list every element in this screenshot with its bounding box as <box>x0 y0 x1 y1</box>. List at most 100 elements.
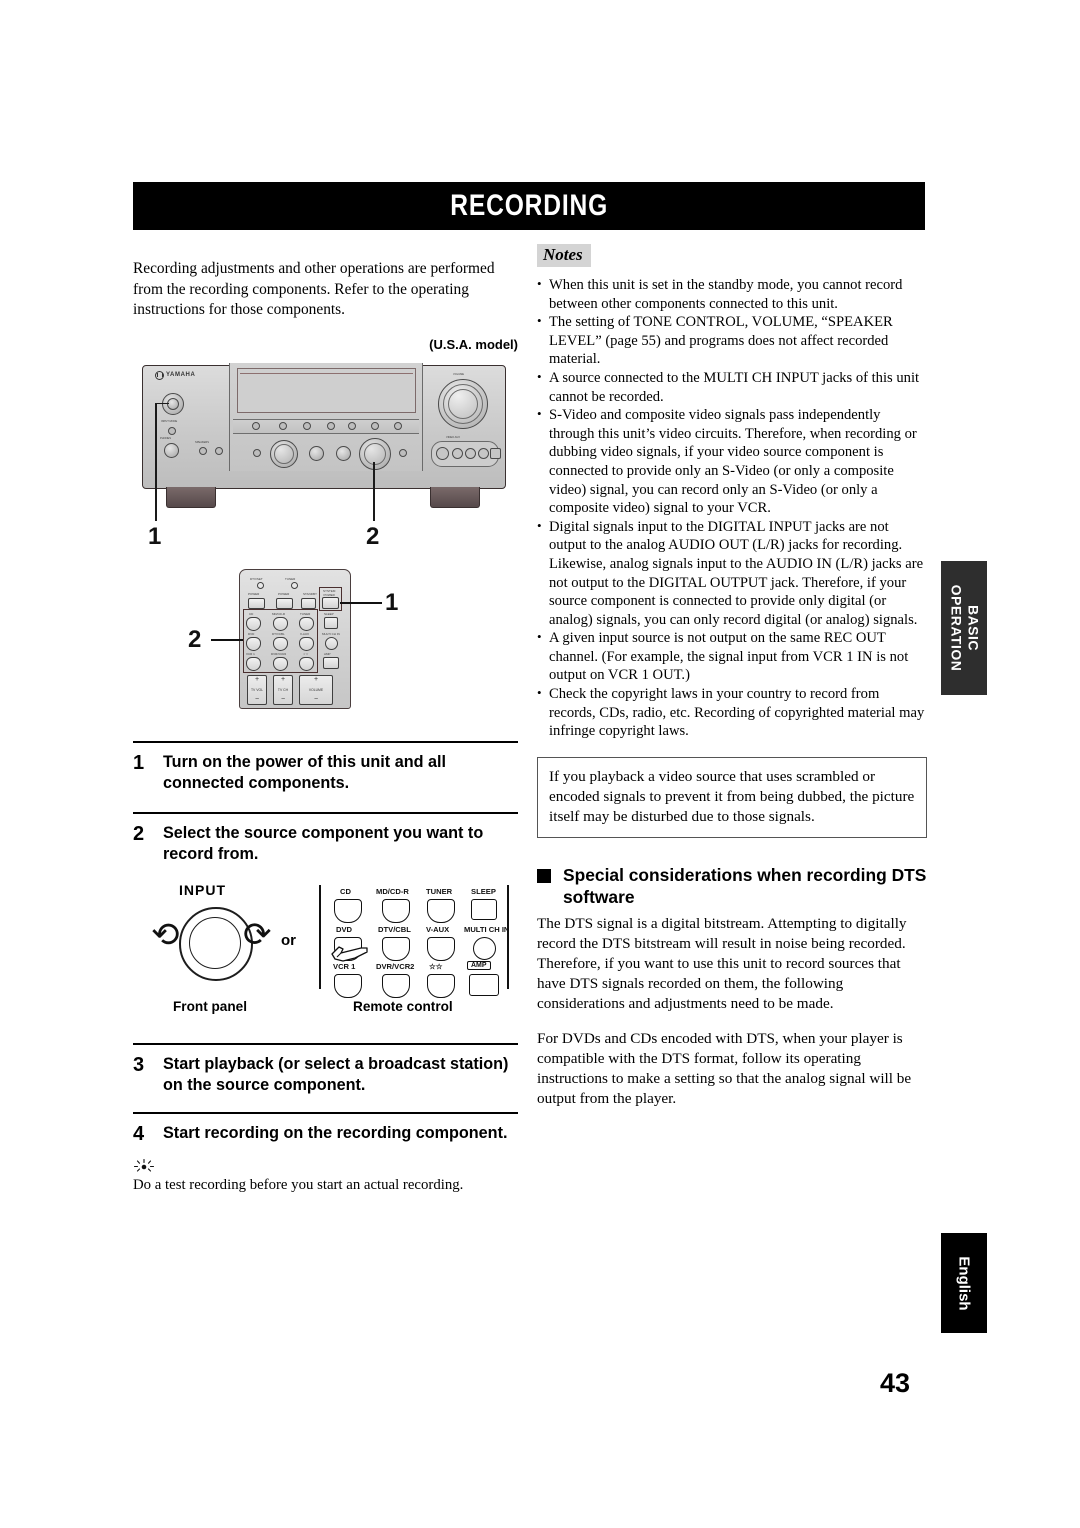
remote-amp-label: AMP <box>324 651 331 656</box>
notes-label: Notes <box>537 244 591 267</box>
rotate-right-arrow-icon: ⟳ <box>243 916 272 954</box>
program-button-3 <box>303 421 311 430</box>
bass-control-knob <box>336 445 351 461</box>
program-button-5 <box>348 421 356 430</box>
remote-av-power-button <box>276 597 293 609</box>
input-btn-label-multichin: MULTI CH IN <box>464 924 510 934</box>
input-btn-label-vaux: V-AUX <box>426 924 450 934</box>
notes-section: Notes When this unit is set in the stand… <box>537 244 927 741</box>
input-btn-cd[interactable] <box>334 898 362 923</box>
left-column: Recording adjustments and other operatio… <box>133 244 518 1195</box>
input-selection-illustration: INPUT ⟲ ⟳ or CD MD/CD-R TUNER SLEEP DVD … <box>133 875 518 1025</box>
callout-number-1: 1 <box>148 522 162 550</box>
receiver-button-row <box>233 418 419 434</box>
remote-control-caption: Remote control <box>353 998 453 1014</box>
remote-tvvol-label: TV VOL <box>250 687 264 692</box>
remote-tvch-label: TV CH <box>277 687 289 692</box>
page-number: 43 <box>880 1368 911 1398</box>
program-button-2 <box>279 421 287 430</box>
page-title: RECORDING <box>450 189 608 222</box>
remote-tv-power-button <box>248 597 265 609</box>
volume-label: VOLUME <box>453 372 464 376</box>
remote-sleep-button <box>324 616 338 629</box>
input-selector-ring <box>364 442 386 465</box>
step-2: 2 Select the source component you want t… <box>133 811 518 865</box>
input-btn-sleep[interactable] <box>471 898 497 920</box>
remote-volume-plus-label: + <box>313 675 319 683</box>
side-tab-english: English <box>941 1233 987 1333</box>
input-btn-multichin[interactable] <box>473 936 496 960</box>
side-tab-line-2: OPERATION <box>948 584 965 672</box>
manual-page: RECORDING Recording adjustments and othe… <box>0 0 1080 1528</box>
input-btn-dvrvcr2[interactable] <box>382 973 410 998</box>
audio-l-jack <box>465 447 476 459</box>
dts-heading-text: Special considerations when recording DT… <box>563 864 927 907</box>
front-panel-caption: Front panel <box>173 998 248 1014</box>
remote-volume-minus-label: − <box>313 695 319 703</box>
input-btn-dtvcbl[interactable] <box>382 936 410 961</box>
input-btn-star[interactable] <box>427 973 455 998</box>
callout-line-2 <box>373 461 375 521</box>
program-button-1 <box>252 421 260 430</box>
tip-block: Do a test recording before you start an … <box>133 1158 518 1195</box>
callout-line-1 <box>155 402 157 521</box>
remote-power-av-label: POWER <box>278 591 290 596</box>
input-btn-label-dvd: DVD <box>336 924 353 934</box>
dts-heading: Special considerations when recording DT… <box>537 864 927 908</box>
callout-number-2: 2 <box>366 522 380 550</box>
dts-paragraph: The DTS signal is a digital bitstream. A… <box>537 914 907 1012</box>
receiver-display <box>237 367 416 413</box>
remote-power-tv-label: POWER <box>248 591 260 596</box>
yamaha-tuning-fork-icon <box>155 370 164 380</box>
remote-tvvol-minus-label: − <box>254 695 260 703</box>
remote-sleep-label: SLEEP <box>324 611 334 616</box>
speakers-b-button <box>215 446 223 455</box>
multi-ch-input-button <box>399 448 407 457</box>
note-item: Check the copyright laws in your country… <box>537 684 927 741</box>
intro-paragraph: Recording adjustments and other operatio… <box>133 260 495 319</box>
remote-amp-button <box>323 656 339 669</box>
step-1-number: 1 <box>133 751 145 774</box>
remote-control-illustration: DTV/SET TUNER POWER POWER STANDBY SYSTEM… <box>133 563 518 723</box>
input-btn-label-mdcdr: MD/CD-R <box>376 886 409 896</box>
input-btn-tuner[interactable] <box>427 898 455 923</box>
step-4-text: Start recording on the recording compone… <box>163 1123 508 1142</box>
input-btn-mdcdr[interactable] <box>382 898 410 923</box>
note-item: Digital signals input to the DIGITAL INP… <box>537 517 927 630</box>
yamaha-wordmark: YAMAHA <box>166 372 196 379</box>
input-btn-label-tuner: TUNER <box>426 886 453 896</box>
pointing-hand-icon <box>331 946 368 962</box>
phones-jack <box>164 442 179 458</box>
input-btn-vaux[interactable] <box>427 936 455 961</box>
standby-indicator <box>168 426 176 435</box>
step-4-number: 4 <box>133 1122 145 1145</box>
video-jack <box>436 446 449 460</box>
note-item: S-Video and composite video signals pass… <box>537 405 927 518</box>
receiver-foot-left <box>166 486 216 508</box>
program-button-6 <box>371 421 379 430</box>
remote-tvvol-plus-label: + <box>254 675 260 683</box>
remote-multichin-label: MULTI CH IN <box>322 631 340 636</box>
remote-area-left-rule <box>319 884 321 989</box>
input-btn-vcr1[interactable] <box>334 973 362 998</box>
silent-button <box>253 448 261 457</box>
input-btn-amp[interactable] <box>469 973 499 996</box>
speakers-label: SPEAKERS <box>195 440 209 444</box>
input-btn-label-star: ☆☆ <box>429 961 443 971</box>
phones-label: PHONES <box>160 436 171 440</box>
input-btn-label-amp: AMP <box>467 960 491 970</box>
right-column: Notes When this unit is set in the stand… <box>537 244 927 1124</box>
note-item: When this unit is set in the standby mod… <box>537 275 927 313</box>
step-3-number: 3 <box>133 1053 145 1076</box>
note-item: The setting of TONE CONTROL, VOLUME, “SP… <box>537 312 927 369</box>
volume-knob-ring-inner <box>448 388 478 419</box>
warning-box: If you playback a video source that uses… <box>537 756 927 838</box>
video-aux-label: VIDEO AUX <box>446 435 460 439</box>
receiver-front-panel-illustration: YAMAHA INPUT MODE PHONES SPEAKERS VOLUME… <box>133 357 518 557</box>
input-btn-label-dtvcbl: DTV/CBL <box>378 924 411 934</box>
remote-tuner-label: TUNER <box>285 576 296 581</box>
rotate-left-arrow-icon: ⟲ <box>151 916 180 954</box>
tip-lightbulb-icon <box>133 1158 155 1172</box>
notes-list: When this unit is set in the standby mod… <box>537 275 927 741</box>
page-title-bar: RECORDING <box>133 182 925 230</box>
